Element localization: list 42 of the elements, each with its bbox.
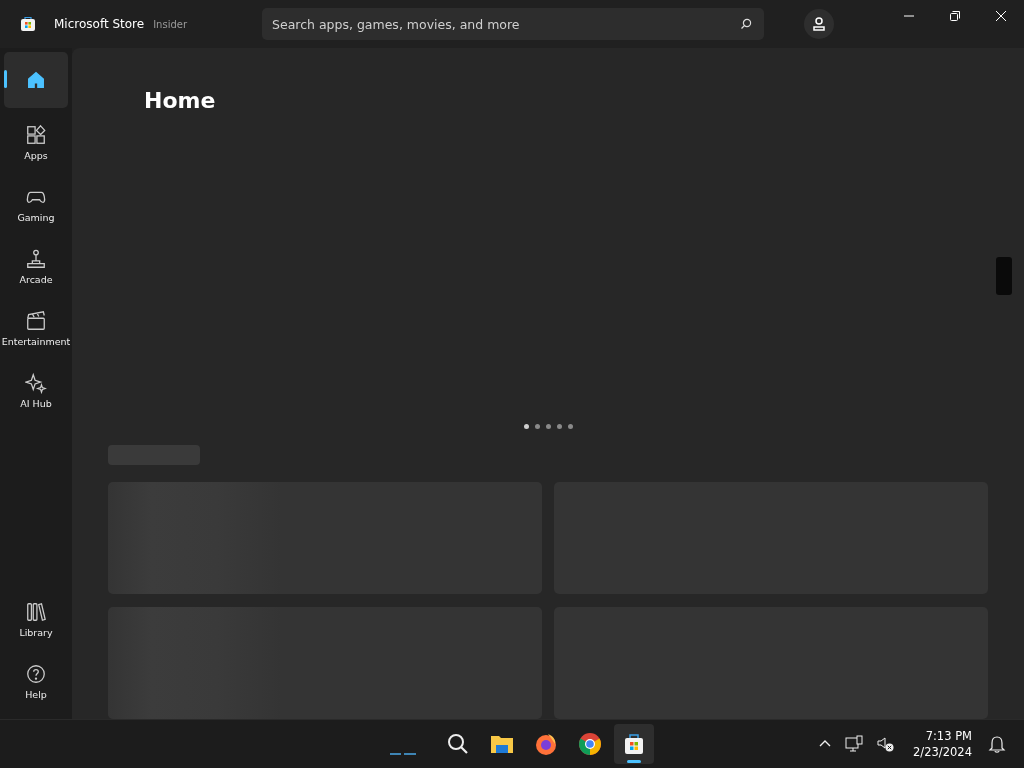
carousel-dot[interactable] <box>545 424 551 430</box>
apps-grid-icon <box>25 123 47 146</box>
channel-label: Insider <box>153 18 188 30</box>
close-icon <box>995 10 1007 22</box>
muted-speaker-icon[interactable] <box>877 735 896 753</box>
network-icon[interactable] <box>845 735 864 753</box>
store-logo-icon <box>20 16 36 32</box>
nav-item[interactable]: Help <box>4 653 68 709</box>
nav-item[interactable]: Arcade <box>4 238 68 294</box>
carousel-dot[interactable] <box>534 424 540 430</box>
sparkle-icon <box>25 371 47 394</box>
nav-item[interactable]: Gaming <box>4 176 68 232</box>
nav-item[interactable]: Apps <box>4 114 68 170</box>
carousel-handle[interactable] <box>996 257 1012 295</box>
widgets-icon[interactable] <box>390 752 416 756</box>
search-icon <box>446 732 470 756</box>
help-icon <box>25 662 47 685</box>
app-title: Microsoft Store <box>54 17 145 31</box>
carousel-dot[interactable] <box>523 424 529 430</box>
search-icon[interactable] <box>740 18 752 30</box>
nav-item[interactable]: AI Hub <box>4 362 68 418</box>
home-icon <box>25 69 47 91</box>
clapperboard-icon <box>25 309 47 332</box>
clock-time[interactable]: 7:13 PM <box>925 728 972 744</box>
chrome-icon <box>578 732 602 756</box>
carousel-dot[interactable] <box>567 424 573 430</box>
search-field[interactable]: Search apps, games, movies, and more <box>262 8 764 40</box>
nav-item[interactable] <box>4 52 68 108</box>
firefox-icon <box>534 732 558 756</box>
taskbar-app[interactable] <box>614 724 654 764</box>
restore-icon <box>949 10 961 22</box>
library-icon <box>25 600 47 623</box>
nav-item[interactable]: Entertainment <box>4 300 68 356</box>
page-heading: Home <box>144 88 217 113</box>
joystick-icon <box>25 247 47 270</box>
clock-date[interactable]: 2/23/2024 <box>913 744 972 760</box>
account-button[interactable] <box>804 9 834 39</box>
carousel-dot[interactable] <box>556 424 562 430</box>
person-icon <box>811 16 827 32</box>
nav-item[interactable]: Library <box>4 591 68 647</box>
store-icon <box>622 732 646 756</box>
notification-bell-icon[interactable] <box>988 735 1006 753</box>
